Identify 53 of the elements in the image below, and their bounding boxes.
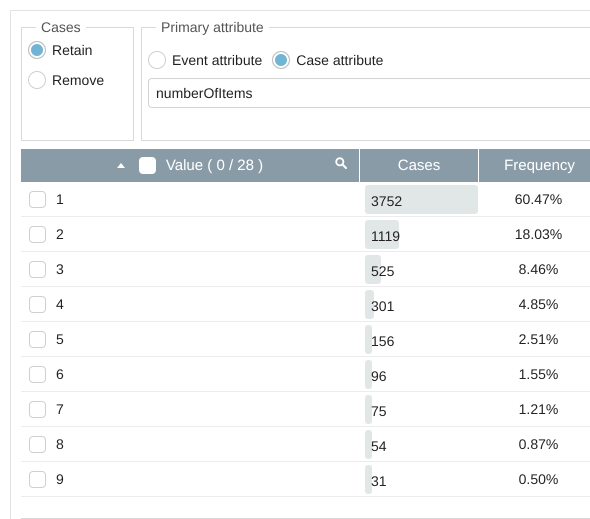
search-icon[interactable] xyxy=(335,157,347,169)
table-cell: 1119 xyxy=(371,228,400,244)
cases-bar xyxy=(365,324,372,354)
row-checkbox[interactable] xyxy=(29,330,46,348)
row-checkbox[interactable] xyxy=(29,470,46,488)
radio-option[interactable]: Event attribute xyxy=(148,50,262,70)
cases-bar xyxy=(365,360,372,388)
table-cell: 1.55% xyxy=(518,366,558,382)
table-cell: 31 xyxy=(371,472,387,488)
table-cell: 8 xyxy=(56,436,64,452)
header-checkbox[interactable] xyxy=(138,157,156,174)
row-checkbox[interactable] xyxy=(29,260,46,278)
table-cell: 0.87% xyxy=(518,436,558,452)
row-checkbox[interactable] xyxy=(29,226,46,242)
table-cell: 3 xyxy=(56,261,64,277)
table-cell: 2 xyxy=(56,226,64,242)
table-cell: 75 xyxy=(371,402,387,418)
cases-bar xyxy=(365,220,399,248)
table-cell: 8.46% xyxy=(518,261,558,277)
table-cell: 54 xyxy=(371,438,387,454)
table-cell: 1.21% xyxy=(518,401,558,417)
row-checkbox[interactable] xyxy=(29,436,46,452)
row-checkbox[interactable] xyxy=(29,296,46,312)
table-cell: 4 xyxy=(56,296,64,312)
table-cell: 7 xyxy=(56,401,64,417)
table-cell: 2.51% xyxy=(518,331,558,347)
radio-option[interactable]: Retain xyxy=(28,40,127,60)
cases-bar xyxy=(365,394,372,424)
table-cell: 0.50% xyxy=(518,471,558,487)
row-checkbox[interactable] xyxy=(29,366,46,382)
row-checkbox[interactable] xyxy=(29,190,46,208)
table-cell: 525 xyxy=(371,262,394,278)
table-cell: 1 xyxy=(56,191,64,207)
table-cell: 6 xyxy=(56,366,64,382)
radio-option[interactable]: Remove xyxy=(28,70,127,90)
table-cell: 156 xyxy=(371,332,394,348)
cases-bar xyxy=(365,464,372,494)
group-legend: Cases xyxy=(36,19,86,35)
cases-bar xyxy=(365,430,372,458)
table-cell: 5 xyxy=(56,331,64,347)
column-header: Value ( 0 / 28 ) xyxy=(166,157,264,174)
table-cell: 18.03% xyxy=(514,226,562,242)
table-cell: 96 xyxy=(371,368,387,384)
attribute-field[interactable]: numberOfItems xyxy=(148,78,590,108)
table-cell: 3752 xyxy=(371,192,402,208)
row-checkbox[interactable] xyxy=(29,400,46,418)
sort-caret-icon[interactable] xyxy=(116,163,125,168)
table-cell: 9 xyxy=(56,471,64,487)
table-cell: 60.47% xyxy=(514,191,562,207)
table-cell: 301 xyxy=(371,298,394,314)
group-legend: Primary attribute xyxy=(156,19,269,35)
radio-option[interactable]: Case attribute xyxy=(272,50,384,70)
table-cell: 4.85% xyxy=(518,296,558,312)
